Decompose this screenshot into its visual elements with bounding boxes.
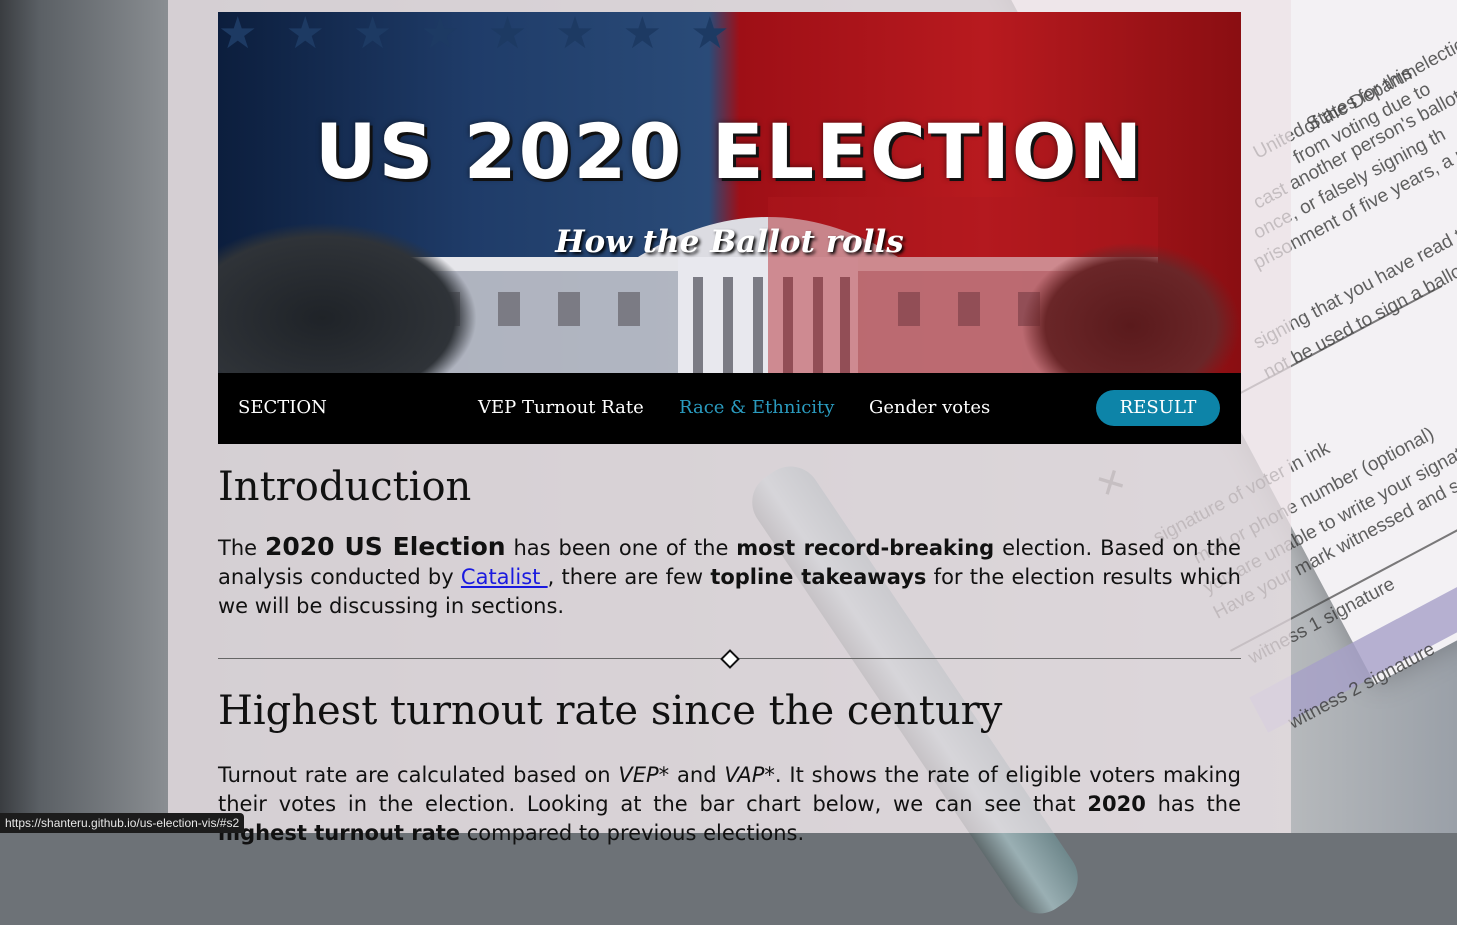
- section-navbar: SECTION VEP Turnout Rate Race & Ethnicit…: [218, 373, 1241, 444]
- catalist-link[interactable]: Catalist: [461, 565, 548, 589]
- hero-banner: ★★★★★★★★★★★★★★★★★★★★ US 2020 ELECTION Ho…: [218, 12, 1241, 373]
- turnout-heading: Highest turnout rate since the century: [218, 688, 1003, 734]
- hero-title: US 2020 ELECTION: [314, 107, 1145, 196]
- turnout-text: compared to previous elections.: [466, 821, 805, 845]
- intro-bold: most record-breaking: [736, 536, 995, 560]
- turnout-bold: 2020: [1087, 792, 1146, 816]
- hero-subtitle: How the Ballot rolls: [555, 224, 904, 260]
- main-content: Introduction The 2020 US Election has be…: [218, 450, 1241, 621]
- nav-item-vep-turnout-rate[interactable]: VEP Turnout Rate: [478, 397, 644, 418]
- turnout-bold: highest turnout rate: [218, 821, 461, 845]
- result-button[interactable]: RESULT: [1096, 390, 1220, 426]
- intro-paragraph: The 2020 US Election has been one of the…: [218, 532, 1241, 621]
- turnout-paragraph: Turnout rate are calculated based on VEP…: [218, 761, 1241, 848]
- intro-bold: topline takeaways: [710, 565, 927, 589]
- link-status-bar: https://shanteru.github.io/us-election-v…: [0, 813, 245, 833]
- nav-brand[interactable]: SECTION: [238, 397, 327, 418]
- vap-term: VAP*: [724, 763, 775, 787]
- turnout-section: Highest turnout rate since the century T…: [218, 688, 1241, 848]
- vep-term: VEP*: [618, 763, 670, 787]
- turnout-text: and: [677, 763, 717, 787]
- tree-right: [1021, 242, 1241, 373]
- intro-text: has been one of the: [513, 536, 729, 560]
- nav-item-gender-votes[interactable]: Gender votes: [869, 397, 990, 418]
- turnout-text: Turnout rate are calculated based on: [218, 763, 611, 787]
- intro-heading: Introduction: [218, 464, 472, 510]
- intro-text: The: [218, 536, 258, 560]
- nav-item-race-ethnicity[interactable]: Race & Ethnicity: [679, 397, 834, 418]
- intro-text: , there are few: [547, 565, 704, 589]
- intro-bold: 2020 US Election: [264, 532, 506, 561]
- turnout-text: has the: [1157, 792, 1241, 816]
